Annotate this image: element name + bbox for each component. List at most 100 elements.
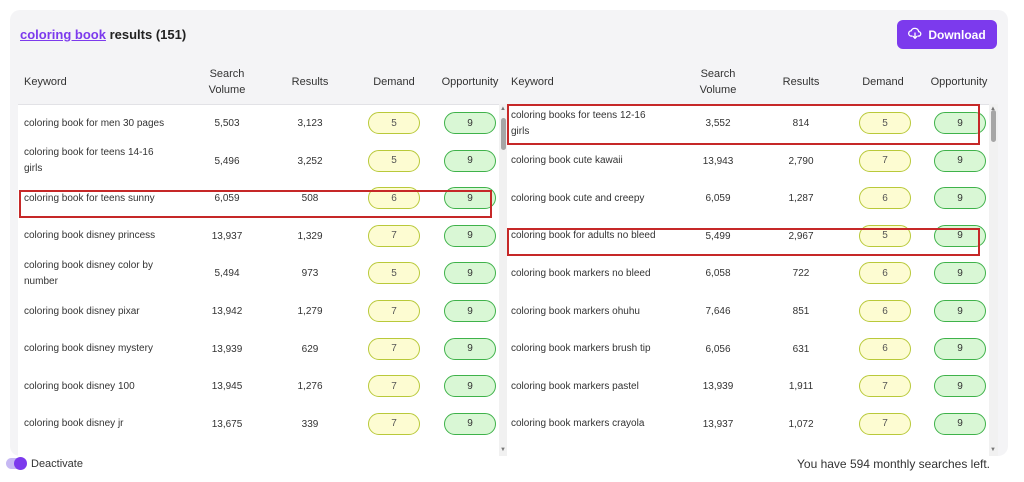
demand-badge: 6: [368, 187, 420, 210]
deactivate-toggle[interactable]: [6, 457, 27, 470]
table-row[interactable]: coloring book cute kawaii 13,943 2,790 7 9: [507, 143, 986, 180]
search-volume-cell: 5,499: [705, 230, 731, 242]
demand-badge: 5: [859, 112, 911, 134]
header-keyword[interactable]: Keyword: [511, 74, 554, 90]
keyword-cell: coloring book disney princess: [24, 230, 156, 242]
table-row[interactable]: coloring book disney jr 13,675 339 7 9: [18, 406, 496, 443]
search-volume-cell: 13,675: [211, 418, 243, 430]
table-row[interactable]: coloring book for men 30 pages 5,503 3,123…: [18, 105, 496, 142]
header-results[interactable]: Results: [276, 74, 344, 90]
search-volume-cell: 13,942: [211, 306, 243, 317]
search-volume-cell: 6,056: [705, 343, 731, 355]
table-row[interactable]: coloring book disney mystery 13,939 629 7 9: [18, 331, 496, 368]
search-volume-cell: 13,937: [702, 418, 734, 430]
table-row[interactable]: coloring book markers crayola 13,937 1,072…: [507, 406, 986, 443]
demand-badge: 7: [859, 375, 911, 398]
results-cell: 339: [301, 418, 319, 430]
opportunity-badge: 9: [444, 337, 496, 360]
scrollbar[interactable]: ▲ ▼: [989, 104, 998, 456]
table-row[interactable]: coloring book disney color by number 5,49…: [18, 255, 496, 292]
demand-badge: 5: [368, 262, 420, 285]
results-cell: 814: [792, 118, 810, 129]
table-row[interactable]: coloring book markers brush tip 6,056 631 6…: [507, 331, 986, 368]
keyword-cell: coloring book for men 30 pages: [24, 117, 165, 129]
header-demand[interactable]: Demand: [358, 74, 430, 90]
toggle-label: Deactivate: [31, 458, 83, 470]
demand-badge: 6: [859, 187, 911, 210]
table-row[interactable]: coloring books for teens 12-16 girls 3,55…: [507, 105, 986, 142]
toggle-knob: [14, 457, 27, 470]
scroll-up-icon[interactable]: ▲: [500, 106, 506, 112]
demand-badge: 7: [368, 337, 420, 360]
demand-badge: 6: [859, 300, 911, 322]
table-row[interactable]: coloring book cute and creepy 6,059 1,287 6…: [507, 180, 986, 217]
scrollbar-thumb[interactable]: [991, 110, 996, 142]
table-row[interactable]: coloring book disney pixar 13,942 1,279 7 9: [18, 293, 496, 330]
opportunity-badge: 9: [934, 337, 986, 360]
demand-badge: 7: [368, 375, 420, 398]
table-header: Keyword Search Volume Results Demand Opp…: [18, 60, 500, 104]
demand-badge: 7: [368, 412, 420, 435]
opportunity-badge: 9: [934, 262, 986, 285]
table-row[interactable]: coloring book for teens sunny 6,059 508 6 9: [18, 180, 496, 217]
keyword-cell: coloring book disney 100: [24, 380, 135, 392]
demand-badge: 6: [859, 262, 911, 285]
results-cell: 1,279: [297, 306, 323, 317]
opportunity-badge: 9: [444, 262, 496, 285]
header-search-volume-line1: Search: [209, 68, 245, 80]
header-search-volume-line2: Volume: [208, 84, 246, 96]
demand-badge: 5: [859, 224, 911, 247]
table-row[interactable]: coloring book markers no bleed 6,058 722 6 9: [507, 255, 986, 292]
header-keyword[interactable]: Keyword: [24, 74, 67, 90]
table-body: coloring books for teens 12-16 girls 3,55…: [507, 104, 989, 456]
keyword-cell: coloring book disney mystery: [24, 343, 153, 355]
opportunity-badge: 9: [444, 412, 496, 435]
download-button[interactable]: Download: [897, 20, 997, 49]
header-search-volume[interactable]: Search Volume: [188, 66, 266, 98]
results-cell: 1,329: [297, 230, 323, 242]
search-volume-cell: 13,945: [211, 381, 243, 393]
demand-badge: 7: [368, 224, 420, 247]
search-volume-cell: 5,494: [214, 268, 240, 280]
opportunity-badge: 9: [934, 224, 986, 247]
table-row[interactable]: coloring book for adults no bleed 5,499 2,…: [507, 218, 986, 255]
scrollbar-thumb[interactable]: [501, 118, 506, 150]
keyword-cell: coloring book markers brush tip: [511, 343, 651, 355]
table-row[interactable]: coloring book for teens 14-16 girls 5,496…: [18, 143, 496, 180]
opportunity-badge: 9: [444, 375, 496, 398]
table-row[interactable]: coloring book disney princess 13,937 1,329…: [18, 218, 496, 255]
search-volume-cell: 13,943: [702, 155, 734, 167]
demand-badge: 6: [859, 337, 911, 360]
search-volume-cell: 6,059: [705, 193, 731, 205]
header-demand[interactable]: Demand: [847, 74, 919, 90]
search-volume-cell: 3,552: [705, 118, 731, 129]
header-results[interactable]: Results: [767, 74, 835, 90]
keyword-cell: coloring books for teens 12-16 girls: [511, 109, 646, 137]
search-volume-cell: 6,059: [214, 193, 240, 205]
table-row[interactable]: coloring book markers ohuhu 7,646 851 6 9: [507, 293, 986, 330]
opportunity-badge: 9: [444, 149, 496, 172]
header-search-volume[interactable]: Search Volume: [679, 66, 757, 98]
keyword-cell: coloring book for teens sunny: [24, 192, 155, 204]
results-cell: 1,072: [788, 418, 814, 430]
keyword-cell: coloring book markers crayola: [511, 418, 645, 430]
results-cell: 973: [301, 268, 319, 280]
keyword-cell: coloring book disney jr: [24, 418, 124, 430]
search-volume-cell: 13,939: [702, 381, 734, 393]
demand-badge: 7: [859, 149, 911, 172]
header-opportunity[interactable]: Opportunity: [432, 74, 508, 90]
opportunity-badge: 9: [934, 149, 986, 172]
results-cell: 1,287: [788, 193, 814, 205]
results-cell: 508: [301, 193, 319, 205]
query-link[interactable]: coloring book: [20, 27, 106, 42]
scroll-down-icon[interactable]: ▼: [500, 447, 506, 453]
scroll-down-icon[interactable]: ▼: [990, 447, 996, 453]
demand-badge: 5: [368, 149, 420, 172]
table-row[interactable]: coloring book disney 100 13,945 1,276 7 9: [18, 368, 496, 405]
keyword-table-left: Keyword Search Volume Results Demand Opp…: [18, 60, 508, 456]
cloud-download-icon: [908, 26, 922, 43]
table-row[interactable]: coloring book markers pastel 13,939 1,911 7…: [507, 368, 986, 405]
header-opportunity[interactable]: Opportunity: [921, 74, 997, 90]
keyword-cell: coloring book cute kawaii: [511, 155, 623, 167]
results-cell: 631: [792, 343, 810, 355]
